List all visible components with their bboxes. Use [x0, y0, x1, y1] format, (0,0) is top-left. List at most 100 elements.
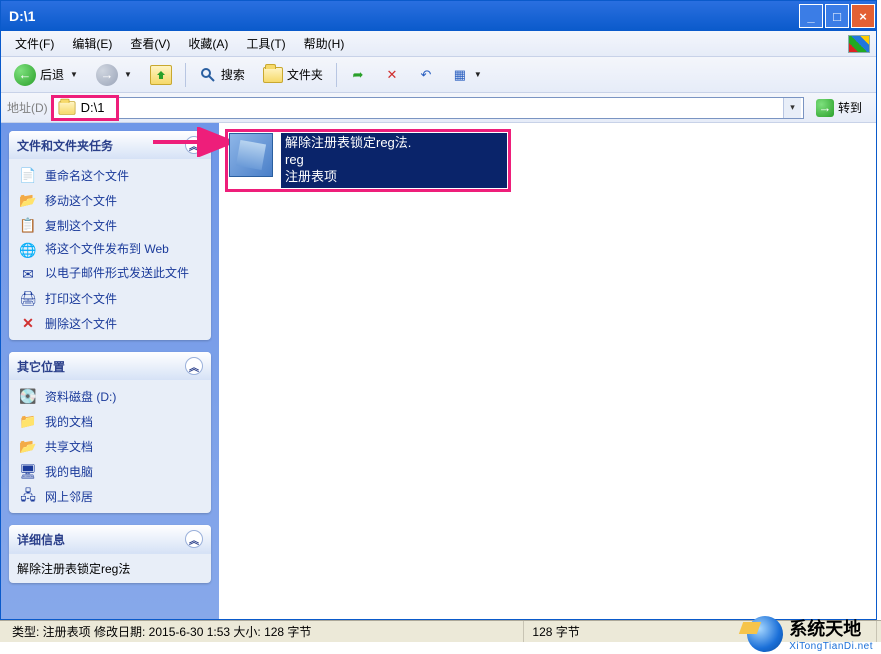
- network-icon: 🖧: [19, 489, 37, 505]
- computer-icon: 🖥: [19, 464, 37, 480]
- chevron-up-icon[interactable]: ︽: [185, 530, 203, 548]
- other-label: 我的文档: [45, 413, 93, 430]
- folders-icon: [263, 67, 283, 83]
- copy-icon: 📋: [19, 218, 37, 234]
- toolbar-separator: [336, 63, 337, 87]
- file-item-selected[interactable]: 解除注册表锁定reg法. reg 注册表项: [229, 133, 507, 188]
- address-input[interactable]: [77, 98, 783, 118]
- other-drive-d[interactable]: 💽 资料磁盘 (D:): [19, 388, 201, 405]
- task-label: 复制这个文件: [45, 217, 117, 234]
- move-to-button[interactable]: ➦: [343, 63, 373, 87]
- file-type: 注册表项: [285, 169, 503, 186]
- other-header-label: 其它位置: [17, 358, 65, 375]
- watermark-url: XiTongTianDi.net: [789, 641, 873, 652]
- tasks-panel: 文件和文件夹任务 ︽ 📄 重命名这个文件 📂 移动这个文件 📋 复制这个文件: [9, 131, 211, 340]
- task-label: 以电子邮件形式发送此文件: [45, 266, 189, 282]
- chevron-up-icon[interactable]: ︽: [185, 136, 203, 154]
- reg-file-icon: [229, 133, 273, 177]
- statusbar: 类型: 注册表项 修改日期: 2015-6-30 1:53 大小: 128 字节…: [0, 620, 881, 642]
- search-icon: [199, 66, 217, 84]
- undo-icon: ↶: [418, 67, 434, 83]
- details-header-label: 详细信息: [17, 531, 65, 548]
- titlebar[interactable]: D:\1 _ □ ×: [1, 1, 876, 31]
- drive-icon: 💽: [19, 389, 37, 405]
- folders-button[interactable]: 文件夹: [256, 62, 330, 87]
- details-filename: 解除注册表锁定reg法: [9, 553, 211, 583]
- menu-help[interactable]: 帮助(H): [296, 33, 353, 54]
- folders-label: 文件夹: [287, 66, 323, 83]
- other-label: 资料磁盘 (D:): [45, 388, 116, 405]
- go-button[interactable]: → 转到: [808, 97, 870, 119]
- task-rename[interactable]: 📄 重命名这个文件: [19, 167, 201, 184]
- other-my-documents[interactable]: 📁 我的文档: [19, 413, 201, 430]
- file-name-line2: reg: [285, 152, 503, 169]
- back-dropdown-icon: ▼: [70, 70, 78, 79]
- other-network[interactable]: 🖧 网上邻居: [19, 488, 201, 505]
- forward-button[interactable]: → ▼: [89, 60, 139, 90]
- other-shared-documents[interactable]: 📂 共享文档: [19, 438, 201, 455]
- tasks-body: 📄 重命名这个文件 📂 移动这个文件 📋 复制这个文件 🌐 将这个文件发布到 W…: [9, 159, 211, 340]
- address-label: 地址(D): [7, 99, 48, 116]
- forward-dropdown-icon: ▼: [124, 70, 132, 79]
- go-label: 转到: [838, 99, 862, 116]
- back-button[interactable]: ← 后退 ▼: [7, 60, 85, 90]
- status-main: 类型: 注册表项 修改日期: 2015-6-30 1:53 大小: 128 字节: [4, 621, 524, 642]
- search-label: 搜索: [221, 66, 245, 83]
- task-label: 打印这个文件: [45, 290, 117, 307]
- menu-tools[interactable]: 工具(T): [238, 33, 293, 54]
- task-print[interactable]: 🖨 打印这个文件: [19, 290, 201, 307]
- task-publish-web[interactable]: 🌐 将这个文件发布到 Web: [19, 242, 201, 258]
- other-header[interactable]: 其它位置 ︽: [9, 352, 211, 380]
- search-button[interactable]: 搜索: [192, 62, 252, 88]
- task-label: 将这个文件发布到 Web: [45, 242, 169, 258]
- content-area[interactable]: 解除注册表锁定reg法. reg 注册表项: [219, 123, 876, 619]
- toolbar-separator: [185, 63, 186, 87]
- other-label: 共享文档: [45, 438, 93, 455]
- windows-flag-icon: [848, 35, 870, 53]
- delete-x-icon: ✕: [384, 67, 400, 83]
- task-delete[interactable]: ✕ 删除这个文件: [19, 315, 201, 332]
- other-my-computer[interactable]: 🖥 我的电脑: [19, 463, 201, 480]
- address-folder-icon: [58, 101, 75, 115]
- task-label: 移动这个文件: [45, 192, 117, 209]
- menu-favorites[interactable]: 收藏(A): [180, 33, 236, 54]
- window-title: D:\1: [9, 8, 798, 24]
- task-label: 删除这个文件: [45, 315, 117, 332]
- menu-file[interactable]: 文件(F): [7, 33, 62, 54]
- tasks-header[interactable]: 文件和文件夹任务 ︽: [9, 131, 211, 159]
- address-dropdown-button[interactable]: ▾: [783, 98, 801, 118]
- minimize-button[interactable]: _: [799, 4, 823, 28]
- maximize-button[interactable]: □: [825, 4, 849, 28]
- addressbar: 地址(D) ▾ → 转到: [1, 93, 876, 123]
- file-name-line1: 解除注册表锁定reg法.: [285, 135, 503, 152]
- menubar: 文件(F) 编辑(E) 查看(V) 收藏(A) 工具(T) 帮助(H): [1, 31, 876, 57]
- menu-edit[interactable]: 编辑(E): [64, 33, 120, 54]
- task-label: 重命名这个文件: [45, 167, 129, 184]
- chevron-up-icon[interactable]: ︽: [185, 357, 203, 375]
- status-size: 128 字节: [524, 621, 877, 642]
- move-to-icon: ➦: [350, 67, 366, 83]
- shared-folder-icon: 📂: [19, 439, 37, 455]
- menu-view[interactable]: 查看(V): [122, 33, 178, 54]
- delete-button[interactable]: ✕: [377, 63, 407, 87]
- web-icon: 🌐: [19, 242, 37, 258]
- sidebar: 文件和文件夹任务 ︽ 📄 重命名这个文件 📂 移动这个文件 📋 复制这个文件: [1, 123, 219, 619]
- toolbar: ← 后退 ▼ → ▼ 搜索 文件夹 ➦ ✕ ↶ ▦ ▼: [1, 57, 876, 93]
- details-panel: 详细信息 ︽ 解除注册表锁定reg法: [9, 525, 211, 583]
- task-move[interactable]: 📂 移动这个文件: [19, 192, 201, 209]
- window-controls: _ □ ×: [798, 4, 876, 28]
- address-input-container[interactable]: ▾: [52, 97, 804, 119]
- views-button[interactable]: ▦ ▼: [445, 63, 489, 87]
- tasks-header-label: 文件和文件夹任务: [17, 137, 113, 154]
- up-button[interactable]: [143, 61, 179, 89]
- back-arrow-icon: ←: [14, 64, 36, 86]
- undo-button[interactable]: ↶: [411, 63, 441, 87]
- task-email[interactable]: ✉ 以电子邮件形式发送此文件: [19, 266, 201, 282]
- go-arrow-icon: →: [816, 99, 834, 117]
- task-copy[interactable]: 📋 复制这个文件: [19, 217, 201, 234]
- delete-icon: ✕: [19, 316, 37, 332]
- other-body: 💽 资料磁盘 (D:) 📁 我的文档 📂 共享文档 🖥 我的电脑: [9, 380, 211, 513]
- email-icon: ✉: [19, 266, 37, 282]
- details-header[interactable]: 详细信息 ︽: [9, 525, 211, 553]
- close-button[interactable]: ×: [851, 4, 875, 28]
